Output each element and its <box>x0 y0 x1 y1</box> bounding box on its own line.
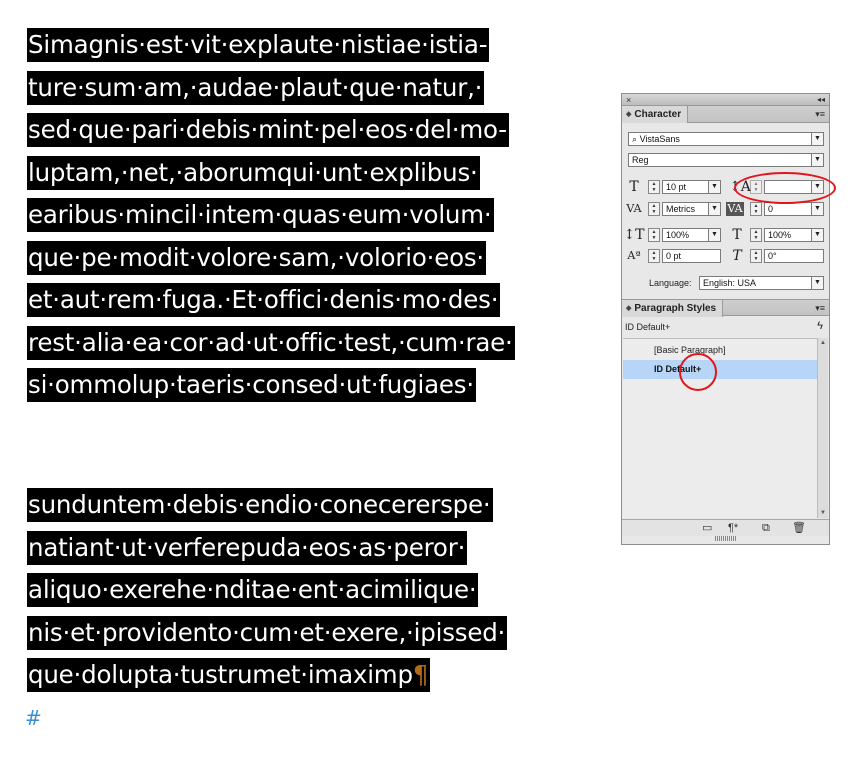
text-line: Simagnis·est·vit·explaute·nistiae·istia- <box>27 28 490 62</box>
collapse-icon[interactable]: ◂◂ <box>817 94 825 106</box>
panel-title-bar[interactable]: × ◂◂ <box>622 94 829 106</box>
search-icon: ⌕ <box>632 134 638 144</box>
text-line: et·aut·rem·fuga.·Et·offici·denis·mo·des· <box>27 283 501 317</box>
expand-arrows-icon[interactable]: ◆ <box>626 305 631 312</box>
tab-paragraph-styles[interactable]: ◆ Paragraph Styles <box>622 300 724 317</box>
text-line: sed·que·pari·debis·mint·pel·eos·del·mo- <box>27 113 509 147</box>
text-line: natiant·ut·verferepuda·eos·as·peror· <box>27 530 468 565</box>
close-icon[interactable]: × <box>626 94 631 106</box>
tracking-icon: VA <box>726 202 744 216</box>
end-of-story-mark: # <box>25 706 42 730</box>
chevron-down-icon[interactable]: ▼ <box>811 133 823 145</box>
chevron-down-icon[interactable]: ▼ <box>708 203 720 215</box>
chevron-down-icon[interactable]: ▼ <box>811 203 823 215</box>
paragraph-styles-tab-bar: ◆ Paragraph Styles ▾≡ <box>622 299 829 317</box>
font-family-field[interactable]: ⌕ VistaSans ▼ <box>628 132 824 146</box>
paragraph-styles-list: [Basic Paragraph] ID Default+ <box>623 338 818 518</box>
chevron-down-icon[interactable]: ▼ <box>708 181 720 193</box>
text-line-last: que·dolupta·tustrumet·imaximp¶ <box>27 658 431 692</box>
baseline-shift-stepper[interactable]: ▲ ▼ <box>648 249 660 263</box>
text-line: que·pe·modit·volore·sam,·volorio·eos· <box>27 240 487 275</box>
font-style-field[interactable]: Reg ▼ <box>628 153 824 167</box>
kerning-stepper[interactable]: ▲ ▼ <box>648 202 660 216</box>
expand-arrows-icon[interactable]: ◆ <box>626 111 631 118</box>
language-dropdown[interactable]: English: USA ▼ <box>699 276 824 290</box>
kerning-field[interactable]: Metrics ▼ <box>662 202 721 216</box>
current-style-label: ID Default+ <box>625 322 671 332</box>
vertical-scale-stepper[interactable]: ▲ ▼ <box>648 228 660 242</box>
text-line: si·ommolup·taeris·consed·ut·fugiaes· <box>27 368 476 402</box>
quick-apply-icon[interactable]: ϟ <box>817 320 823 332</box>
list-item-id-default[interactable]: ID Default+ <box>623 360 818 379</box>
horizontal-scale-field[interactable]: 100% ▼ <box>764 228 824 242</box>
chevron-down-icon[interactable]: ▼ <box>811 154 823 166</box>
baseline-shift-field[interactable]: 0 pt <box>662 249 721 263</box>
chevron-down-icon[interactable]: ▼ <box>811 277 823 289</box>
resize-grip[interactable] <box>715 536 737 541</box>
list-item-basic-paragraph[interactable]: [Basic Paragraph] <box>623 341 818 360</box>
text-line: earibus·mincil·intem·quas·eum·volum· <box>27 198 494 232</box>
text-frame[interactable]: Simagnis·est·vit·explaute·nistiae·istia-… <box>25 28 567 730</box>
panel-menu-icon[interactable]: ▾≡ <box>815 106 825 123</box>
scrollbar[interactable]: ▲ ▼ <box>817 338 828 518</box>
vertical-scale-icon: ↕T <box>623 227 645 243</box>
text-line: nis·et·providento·cum·et·exere,·ipissed· <box>27 615 508 650</box>
text-line: aliquo·exerehe·nditae·ent·acimilique· <box>27 573 479 607</box>
horizontal-scale-stepper[interactable]: ▲ ▼ <box>750 228 762 242</box>
font-size-icon: T <box>629 179 639 195</box>
paragraph-1: Simagnis·est·vit·explaute·nistiae·istia-… <box>27 28 567 411</box>
text-line: sunduntem·debis·endio·conecererspe· <box>27 488 493 522</box>
skew-stepper[interactable]: ▲ ▼ <box>750 249 762 263</box>
panel-menu-icon[interactable]: ▾≡ <box>815 300 825 317</box>
trash-icon[interactable]: 🗑 <box>792 521 806 535</box>
scroll-down-icon[interactable]: ▼ <box>818 508 828 518</box>
horizontal-scale-icon: T <box>732 227 742 243</box>
character-panel: × ◂◂ ◆ Character ▾≡ ⌕ VistaSans ▼ Reg ▼ T… <box>621 93 830 545</box>
new-style-group-icon[interactable]: ▭ <box>702 521 712 535</box>
panel-footer: ▭ ¶* ⧉ 🗑 <box>622 519 829 536</box>
annotation-ring-leading <box>734 172 836 204</box>
baseline-shift-icon: Aª <box>627 249 641 262</box>
annotation-ring-style <box>679 353 717 391</box>
pilcrow-mark: ¶ <box>412 660 429 689</box>
character-tab-bar: ◆ Character ▾≡ <box>622 106 829 123</box>
chevron-down-icon[interactable]: ▼ <box>708 229 720 241</box>
paragraph-2: sunduntem·debis·endio·conecererspe· nati… <box>27 488 508 701</box>
font-size-field[interactable]: 10 pt ▼ <box>662 180 721 194</box>
chevron-down-icon[interactable]: ▼ <box>811 229 823 241</box>
tracking-stepper[interactable]: ▲ ▼ <box>750 202 762 216</box>
kerning-icon: VA <box>626 202 642 215</box>
vertical-scale-field[interactable]: 100% ▼ <box>662 228 721 242</box>
new-style-icon[interactable]: ⧉ <box>762 521 770 535</box>
skew-icon: T <box>732 248 742 264</box>
tracking-field[interactable]: 0 ▼ <box>764 202 824 216</box>
text-line: ture·sum·am,·audae·plaut·que·natur,· <box>27 70 485 105</box>
text-line: rest·alia·ea·cor·ad·ut·offic·test,·cum·r… <box>27 325 515 360</box>
clear-overrides-icon[interactable]: ¶* <box>728 521 738 535</box>
font-size-stepper[interactable]: ▲ ▼ <box>648 180 660 194</box>
language-label: Language: <box>649 278 692 288</box>
scroll-up-icon[interactable]: ▲ <box>818 338 828 348</box>
skew-field[interactable]: 0° <box>764 249 824 263</box>
tab-character[interactable]: ◆ Character <box>622 106 689 123</box>
text-line: luptam,·net,·aborumqui·unt·explibus· <box>27 155 480 190</box>
